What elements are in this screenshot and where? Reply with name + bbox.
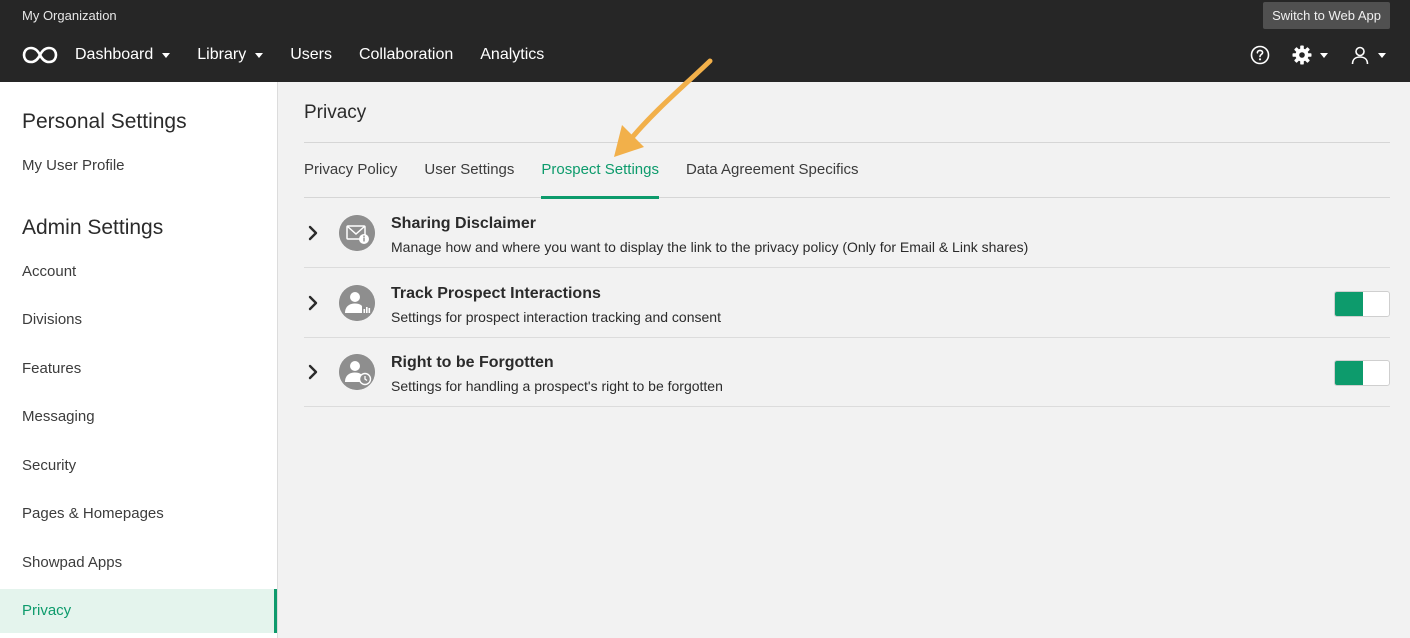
sidebar-item-privacy[interactable]: Privacy bbox=[0, 589, 277, 633]
row-description: Settings for prospect interaction tracki… bbox=[391, 309, 721, 325]
envelope-info-icon bbox=[339, 215, 375, 251]
sidebar-item-security[interactable]: Security bbox=[0, 444, 277, 488]
gear-icon bbox=[1292, 45, 1312, 65]
nav-library[interactable]: Library bbox=[197, 44, 264, 66]
main-nav: Dashboard Library Users Collaboration An… bbox=[75, 44, 571, 66]
nav-analytics-label: Analytics bbox=[480, 46, 545, 63]
setting-row-sharing-disclaimer: Sharing Disclaimer Manage how and where … bbox=[304, 199, 1390, 268]
nav-users[interactable]: Users bbox=[290, 44, 332, 66]
nav-collaboration[interactable]: Collaboration bbox=[359, 44, 453, 66]
setting-row-track-prospect-interactions: Track Prospect Interactions Settings for… bbox=[304, 269, 1390, 338]
nav-analytics[interactable]: Analytics bbox=[480, 44, 544, 66]
showpad-logo-icon[interactable] bbox=[22, 44, 58, 66]
sidebar-item-showpad-apps[interactable]: Showpad Apps bbox=[0, 541, 277, 585]
sidebar-item-divisions[interactable]: Divisions bbox=[0, 298, 277, 342]
chevron-right-icon[interactable] bbox=[306, 224, 320, 242]
title-divider bbox=[304, 142, 1390, 143]
privacy-tabs: Privacy Policy User Settings Prospect Se… bbox=[304, 148, 1390, 199]
top-right-icons bbox=[1228, 43, 1386, 67]
chevron-right-icon[interactable] bbox=[306, 294, 320, 312]
tab-privacy-policy[interactable]: Privacy Policy bbox=[304, 148, 397, 198]
toggle-on-indicator bbox=[1335, 361, 1363, 385]
row-title: Sharing Disclaimer bbox=[391, 215, 536, 232]
row-title: Right to be Forgotten bbox=[391, 354, 554, 371]
chevron-down-icon bbox=[1320, 52, 1328, 58]
page-title: Privacy bbox=[304, 102, 367, 123]
toggle-on-indicator bbox=[1335, 292, 1363, 316]
nav-collaboration-label: Collaboration bbox=[358, 46, 454, 63]
user-chart-icon bbox=[339, 285, 375, 321]
row-description: Manage how and where you want to display… bbox=[391, 239, 1029, 255]
sidebar-item-pages-homepages[interactable]: Pages & Homepages bbox=[0, 492, 277, 536]
chevron-down-icon bbox=[255, 52, 264, 58]
nav-users-label: Users bbox=[290, 46, 332, 63]
row-title: Track Prospect Interactions bbox=[391, 285, 601, 302]
personal-settings-heading: Personal Settings bbox=[22, 110, 187, 133]
top-bar: My Organization Switch to Web App Dashbo… bbox=[0, 0, 1410, 82]
nav-library-label: Library bbox=[197, 46, 247, 63]
sidebar-item-features[interactable]: Features bbox=[0, 347, 277, 391]
admin-settings-heading: Admin Settings bbox=[22, 216, 164, 239]
help-icon bbox=[1250, 45, 1270, 65]
user-clock-icon bbox=[339, 354, 375, 390]
switch-to-web-app-button[interactable]: Switch to Web App bbox=[1263, 2, 1390, 29]
help-button[interactable] bbox=[1250, 45, 1270, 65]
sidebar-item-account[interactable]: Account bbox=[0, 250, 277, 294]
nav-dashboard-label: Dashboard bbox=[75, 46, 154, 63]
setting-row-right-to-be-forgotten: Right to be Forgotten Settings for handl… bbox=[304, 338, 1390, 407]
tab-prospect-settings[interactable]: Prospect Settings bbox=[541, 148, 659, 199]
chevron-right-icon[interactable] bbox=[306, 363, 320, 381]
chevron-down-icon bbox=[162, 52, 171, 58]
settings-sidebar: Personal Settings My User Profile Admin … bbox=[0, 82, 278, 638]
right-to-be-forgotten-toggle[interactable] bbox=[1334, 360, 1390, 386]
track-interactions-toggle[interactable] bbox=[1334, 291, 1390, 317]
settings-menu-button[interactable] bbox=[1292, 45, 1328, 65]
row-description: Settings for handling a prospect's right… bbox=[391, 378, 723, 394]
sidebar-item-messaging[interactable]: Messaging bbox=[0, 395, 277, 439]
chevron-down-icon bbox=[1378, 52, 1386, 58]
user-icon bbox=[1351, 46, 1369, 65]
tab-user-settings[interactable]: User Settings bbox=[424, 148, 514, 198]
organization-name: My Organization bbox=[22, 8, 117, 23]
sidebar-item-my-user-profile[interactable]: My User Profile bbox=[0, 144, 277, 188]
user-menu-button[interactable] bbox=[1350, 45, 1386, 65]
tab-data-agreement-specifics[interactable]: Data Agreement Specifics bbox=[686, 148, 859, 198]
nav-dashboard[interactable]: Dashboard bbox=[75, 44, 171, 66]
